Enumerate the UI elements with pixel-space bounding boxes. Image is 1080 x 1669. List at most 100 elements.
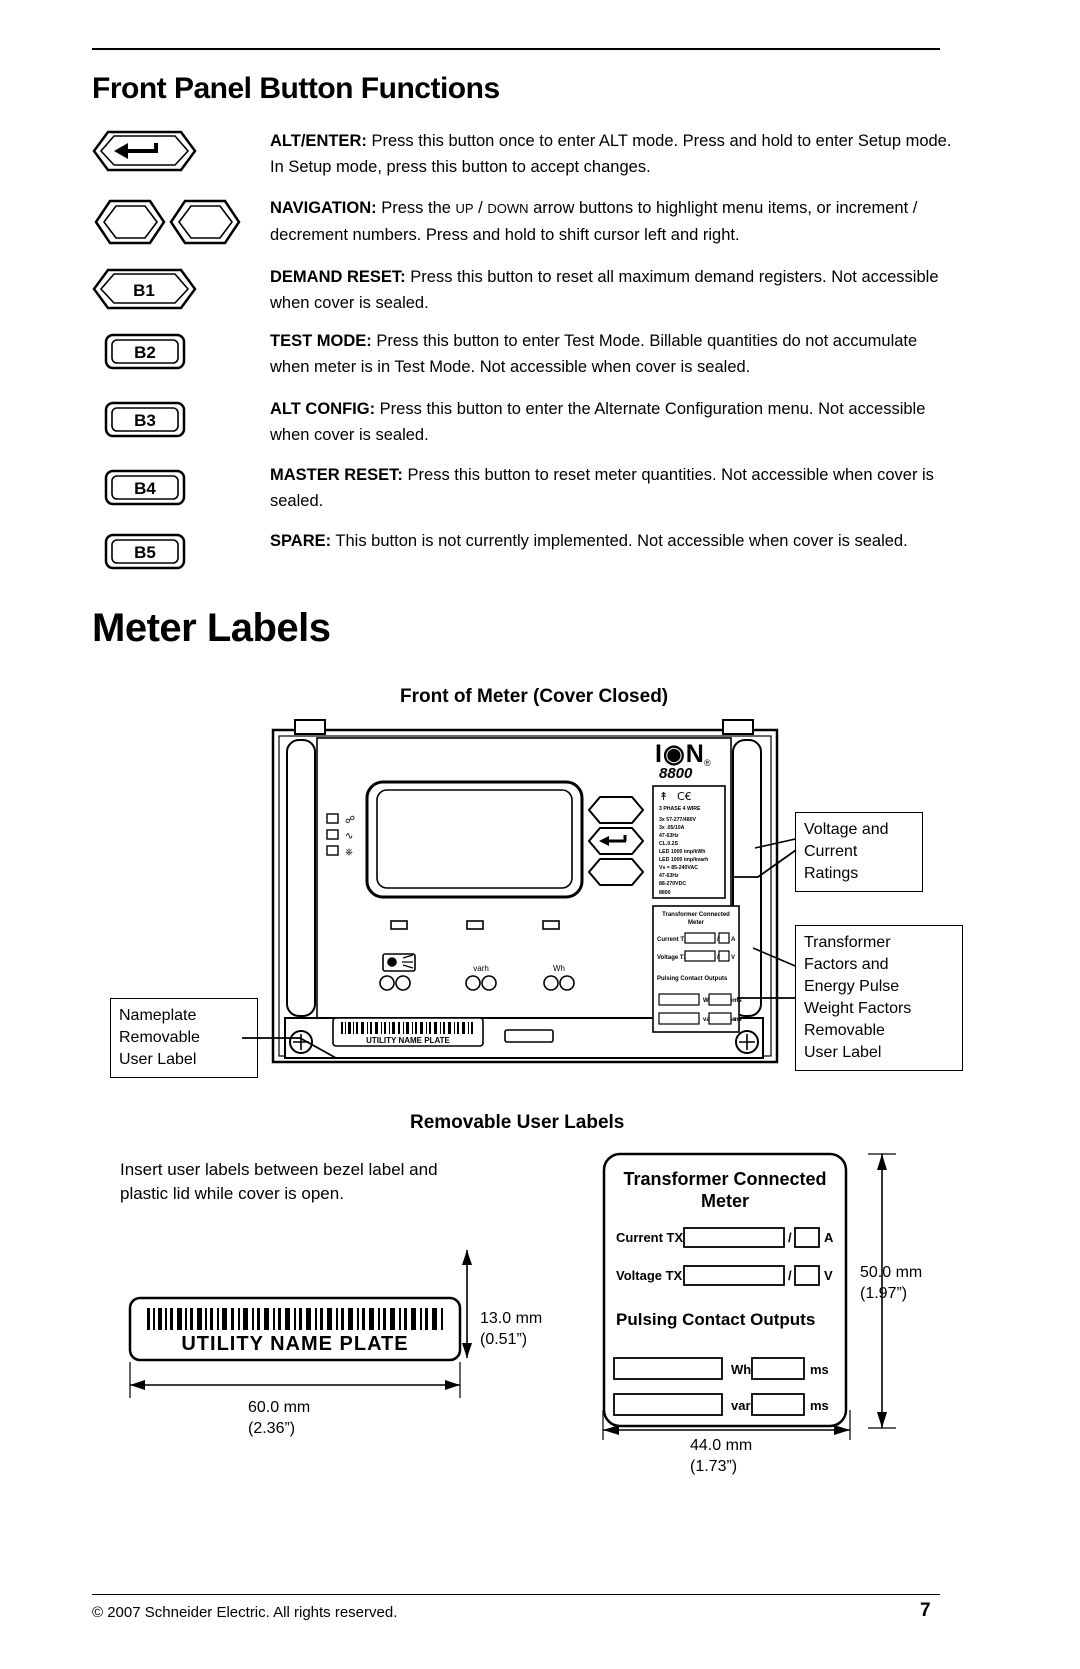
svg-text:V: V [824,1268,833,1283]
b1-button[interactable]: B1 [92,268,197,310]
footer-copyright: © 2007 Schneider Electric. All rights re… [92,1604,398,1621]
nameplate-height-mm: 13.0 mm [480,1310,543,1327]
svg-text:Pulsing Contact Outputs: Pulsing Contact Outputs [657,976,728,982]
callout-transformer-factors: Transformer Factors and Energy Pulse Wei… [795,925,963,1071]
svg-text:3 PHASE 4 WIRE: 3 PHASE 4 WIRE [659,806,701,812]
transformer-label-diagram: Transformer Connected Meter Current TX V… [600,1150,850,1430]
transformer-height-mm: 50.0 mm [860,1264,923,1281]
callout-tf-line-4: Weight Factors [804,1000,912,1017]
svg-text:Current TX: Current TX [616,1230,684,1245]
svg-text:Wh: Wh [553,964,565,973]
b2-button[interactable]: B2 [92,332,197,372]
nameplate-width-dimension: 60.0 mm (2.36”) [248,1397,310,1439]
button-desc-test-mode: TEST MODE: Press this button to enter Te… [270,328,960,380]
callout-tf-line-1: Transformer [804,934,891,951]
label-master-reset: MASTER RESET: [270,466,403,484]
button-desc-alt-config: ALT CONFIG: Press this button to enter t… [270,396,960,448]
svg-text:B1: B1 [133,281,155,300]
svg-text:LED 1000 imp/kWh: LED 1000 imp/kWh [659,849,705,855]
footer-rule [92,1594,940,1595]
svg-text:3x 57-277/480V: 3x 57-277/480V [659,817,696,823]
svg-text:ms: ms [810,1362,829,1377]
subhead-removable-user-labels: Removable User Labels [410,1112,625,1133]
tl-title2: Meter [701,1191,749,1211]
svg-text:B5: B5 [134,543,156,562]
svg-text:47-63Hz: 47-63Hz [659,873,679,879]
text-navigation-pre: Press the [376,199,456,217]
svg-text:47-63Hz: 47-63Hz [659,833,679,839]
svg-text:8800: 8800 [659,890,671,896]
callout-tf-line-2: Factors and [804,956,889,973]
leader-line-nameplate [242,1037,337,1059]
b5-button[interactable]: B5 [92,532,197,572]
svg-text:ms: ms [733,1017,742,1023]
label-alt-enter: ALT/ENTER: [270,132,367,150]
svg-text:↟: ↟ [659,790,668,803]
svg-text:LED 1000 imp/kvarh: LED 1000 imp/kvarh [659,857,708,863]
svg-text:UTILITY NAME PLATE: UTILITY NAME PLATE [366,1036,450,1045]
svg-text:8800: 8800 [659,765,693,782]
leader-line-transformer [737,997,795,999]
svg-text:I◉N: I◉N [655,740,705,768]
svg-text:A: A [731,937,736,943]
page-title-front-panel: Front Panel Button Functions [92,72,500,105]
svg-text:B2: B2 [134,343,156,362]
transformer-width-in: (1.73”) [690,1458,738,1475]
callout-vc-line-2: Current [804,843,858,860]
svg-text:Vs = 85-240VAC: Vs = 85-240VAC [659,865,698,871]
callout-np-line-3: User Label [119,1051,197,1068]
svg-text:∿: ∿ [345,831,353,842]
svg-text:/: / [788,1230,792,1245]
transformer-width-dimension: 44.0 mm (1.73”) [690,1435,752,1477]
subhead-front-of-meter: Front of Meter (Cover Closed) [400,686,669,707]
transformer-height-dimension: 50.0 mm (1.97”) [860,1262,922,1304]
button-desc-navigation: NAVIGATION: Press the UP / DOWN arrow bu… [270,195,960,248]
transformer-width-dimension-arrow [602,1410,851,1440]
nameplate-height-in: (0.51”) [480,1331,528,1348]
callout-tf-line-3: Energy Pulse [804,978,900,995]
svg-text:UTILITY NAME PLATE: UTILITY NAME PLATE [181,1333,408,1355]
svg-text:Current TX: Current TX [657,937,688,943]
svg-text:B3: B3 [134,411,156,430]
button-desc-spare: SPARE: This button is not currently impl… [270,528,960,554]
footer-page-number: 7 [920,1600,931,1621]
svg-text:varh: varh [473,964,489,973]
nameplate-width-mm: 60.0 mm [248,1399,311,1416]
b4-button[interactable]: B4 [92,468,197,508]
page-title-meter-labels: Meter Labels [92,606,331,650]
alt-enter-arrow-button[interactable] [92,130,197,172]
svg-text:88-270VDC: 88-270VDC [659,881,686,887]
svg-text:®: ® [704,758,711,768]
label-navigation: NAVIGATION: [270,199,377,217]
document-page: Front Panel Button Functions ALT/ENTER: … [0,0,1080,1669]
b3-button[interactable]: B3 [92,400,197,440]
svg-text:☍: ☍ [345,815,355,826]
callout-nameplate: Nameplate Removable User Label [110,998,258,1078]
callout-np-line-2: Removable [119,1029,200,1046]
callout-vc-line-3: Ratings [804,865,859,882]
nameplate-width-in: (2.36”) [248,1420,296,1437]
svg-text:C€: C€ [677,790,692,803]
text-navigation-mid: / [473,199,488,217]
svg-text:Transformer Connected: Transformer Connected [662,912,730,918]
label-alt-config: ALT CONFIG: [270,400,376,418]
label-demand-reset: DEMAND RESET: [270,268,406,286]
button-desc-demand-reset: DEMAND RESET: Press this button to reset… [270,264,960,316]
svg-text:/: / [788,1268,792,1283]
label-spare: SPARE: [270,532,332,550]
text-alt-enter: Press this button once to enter ALT mode… [270,132,952,176]
text-navigation-down: DOWN [487,201,529,216]
navigation-arrow-buttons[interactable] [92,198,252,246]
top-rule [92,48,940,50]
svg-text:3x .05/10A: 3x .05/10A [659,825,685,831]
svg-text:V: V [731,955,735,961]
svg-text:⎈: ⎈ [345,847,353,858]
removable-labels-note: Insert user labels between bezel label a… [120,1160,438,1203]
button-desc-master-reset: MASTER RESET: Press this button to reset… [270,462,960,514]
text-navigation-up: UP [455,201,474,216]
transformer-width-mm: 44.0 mm [690,1437,753,1454]
svg-text:Pulsing Contact Outputs: Pulsing Contact Outputs [616,1310,815,1329]
svg-text:Voltage TX: Voltage TX [616,1268,683,1283]
utility-name-plate-diagram: UTILITY NAME PLATE [115,1290,475,1410]
callout-vc-line-1: Voltage and [804,821,889,838]
